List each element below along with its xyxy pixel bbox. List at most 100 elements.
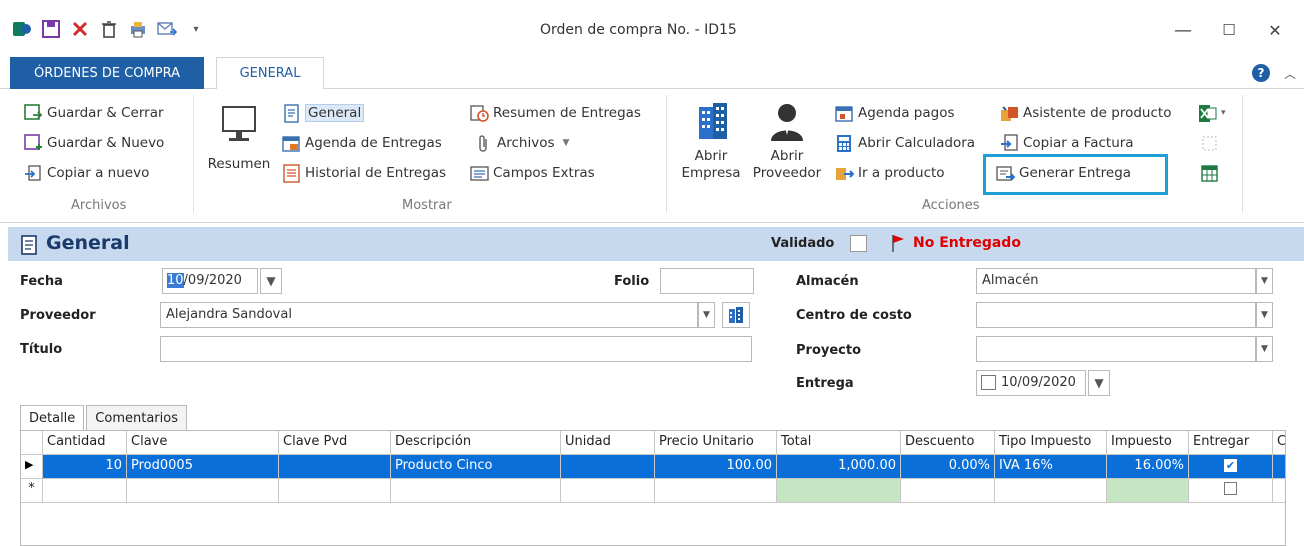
customize-toolbar-icon[interactable]: ▾	[186, 19, 206, 39]
proveedor-dropdown-arrow[interactable]: ▼	[698, 302, 715, 328]
cell-more[interactable]	[1273, 455, 1285, 479]
entrega-checkbox[interactable]	[981, 375, 996, 390]
disabled-tool-button[interactable]	[1200, 132, 1219, 154]
asistente-producto-button[interactable]: Asistente de producto	[1000, 102, 1171, 124]
save-icon[interactable]	[41, 19, 61, 39]
proyecto-field[interactable]	[976, 336, 1256, 362]
cell-tipo-impuesto[interactable]: IVA 16%	[995, 455, 1107, 479]
flag-icon	[890, 233, 906, 257]
fecha-dropdown-arrow[interactable]: ▼	[260, 268, 282, 294]
tab-comentarios[interactable]: Comentarios	[86, 405, 187, 431]
paperclip-icon	[474, 134, 493, 153]
section-title: General	[46, 232, 130, 254]
cell-unidad[interactable]	[561, 479, 655, 503]
cell-clave-pvd[interactable]	[279, 479, 391, 503]
historial-entregas-button[interactable]: Historial de Entregas	[282, 162, 446, 184]
proveedor-lookup-button[interactable]	[722, 302, 750, 328]
cell-entregar[interactable]	[1189, 479, 1273, 503]
cell-clave-pvd[interactable]	[279, 455, 391, 479]
cell-more[interactable]	[1273, 479, 1285, 503]
delete-icon[interactable]	[99, 19, 119, 39]
column-header-unidad[interactable]: Unidad	[561, 431, 655, 455]
proyecto-dropdown-arrow[interactable]: ▼	[1256, 336, 1273, 362]
cell-entregar[interactable]: ✔	[1189, 455, 1273, 479]
abrir-calculadora-button[interactable]: Abrir Calculadora	[835, 132, 975, 154]
email-icon[interactable]	[157, 19, 177, 39]
column-header-descuento[interactable]: Descuento	[901, 431, 995, 455]
validado-checkbox[interactable]	[850, 235, 867, 252]
column-header-impuesto[interactable]: Impuesto	[1107, 431, 1189, 455]
building-icon	[729, 307, 743, 323]
agenda-pagos-button[interactable]: Agenda pagos	[835, 102, 955, 124]
tab-general[interactable]: GENERAL	[216, 57, 324, 90]
resumen-button[interactable]: Resumen	[202, 103, 276, 173]
close-window-button[interactable]: ✕	[1252, 14, 1298, 46]
close-icon[interactable]	[70, 19, 90, 39]
centro-costo-field[interactable]	[976, 302, 1256, 328]
copiar-factura-button[interactable]: Copiar a Factura	[1000, 132, 1134, 154]
tab-detalle[interactable]: Detalle	[20, 405, 85, 431]
guardar-nuevo-button[interactable]: Guardar & Nuevo	[24, 132, 164, 154]
cell-cantidad[interactable]: 10	[43, 455, 127, 479]
cell-tipo-impuesto[interactable]	[995, 479, 1107, 503]
copiar-nuevo-button[interactable]: Copiar a nuevo	[24, 162, 149, 184]
cell-impuesto[interactable]	[1107, 479, 1189, 503]
column-header-clave[interactable]: Clave	[127, 431, 279, 455]
archivos-dropdown-button[interactable]: Archivos ▼	[474, 132, 569, 154]
tab-ordenes-de-compra[interactable]: ÓRDENES DE COMPRA	[10, 57, 204, 89]
agenda-entregas-button[interactable]: Agenda de Entregas	[282, 132, 442, 154]
cell-precio-unitario[interactable]	[655, 479, 777, 503]
entregar-checkbox-empty[interactable]	[1224, 482, 1237, 495]
column-header-total[interactable]: Total	[777, 431, 901, 455]
new-row[interactable]: *	[21, 479, 1285, 503]
detail-grid: Cantidad Clave Clave Pvd Descripción Uni…	[20, 430, 1286, 546]
print-icon[interactable]	[128, 19, 148, 39]
ir-producto-button[interactable]: Ir a producto	[835, 162, 945, 184]
new-row-indicator: *	[21, 479, 43, 503]
campos-extras-button[interactable]: Campos Extras	[470, 162, 595, 184]
abrir-proveedor-button[interactable]: Abrir Proveedor	[746, 101, 828, 182]
proveedor-field[interactable]: Alejandra Sandoval	[160, 302, 698, 328]
column-header-precio-unitario[interactable]: Precio Unitario	[655, 431, 777, 455]
product-wizard-icon	[1000, 104, 1019, 123]
minimize-button[interactable]: —	[1160, 14, 1206, 46]
titulo-field[interactable]	[160, 336, 752, 362]
cell-descripcion[interactable]: Producto Cinco	[391, 455, 561, 479]
cell-impuesto[interactable]: 16.00%	[1107, 455, 1189, 479]
entrega-dropdown-arrow[interactable]: ▼	[1088, 370, 1110, 396]
folio-field[interactable]	[660, 268, 754, 294]
cell-clave[interactable]: Prod0005	[127, 455, 279, 479]
sheet-tool-button[interactable]	[1200, 162, 1219, 184]
excel-export-button[interactable]: ▾	[1198, 102, 1226, 124]
cell-descuento[interactable]: 0.00%	[901, 455, 995, 479]
entregar-checkbox-checked[interactable]: ✔	[1224, 459, 1237, 472]
cell-clave[interactable]	[127, 479, 279, 503]
app-logo-icon	[12, 19, 32, 39]
cell-descripcion[interactable]	[391, 479, 561, 503]
column-header-cantidad[interactable]: Cantidad	[43, 431, 127, 455]
column-header-tipo-impuesto[interactable]: Tipo Impuesto	[995, 431, 1107, 455]
column-header-entregar[interactable]: Entregar	[1189, 431, 1273, 455]
column-header-clave-pvd[interactable]: Clave Pvd	[279, 431, 391, 455]
cell-descuento[interactable]	[901, 479, 995, 503]
column-header-descripcion[interactable]: Descripción	[391, 431, 561, 455]
guardar-cerrar-button[interactable]: Guardar & Cerrar	[24, 102, 164, 124]
cell-total[interactable]	[777, 479, 901, 503]
cell-precio-unitario[interactable]: 100.00	[655, 455, 777, 479]
collapse-ribbon-icon[interactable]: ︿	[1284, 65, 1296, 82]
maximize-button[interactable]: ☐	[1206, 14, 1252, 46]
fecha-field[interactable]: 10/09/2020	[162, 268, 258, 294]
general-view-button[interactable]: General	[282, 102, 365, 124]
cell-cantidad[interactable]	[43, 479, 127, 503]
centro-costo-dropdown-arrow[interactable]: ▼	[1256, 302, 1273, 328]
table-row[interactable]: ▶ 10 Prod0005 Producto Cinco 100.00 1,00…	[21, 455, 1285, 479]
almacen-field[interactable]: Almacén	[976, 268, 1256, 294]
abrir-empresa-button[interactable]: Abrir Empresa	[676, 101, 746, 182]
almacen-dropdown-arrow[interactable]: ▼	[1256, 268, 1273, 294]
help-icon[interactable]: ?	[1252, 64, 1270, 82]
cell-total[interactable]: 1,000.00	[777, 455, 901, 479]
column-header-more[interactable]: C	[1273, 431, 1285, 455]
ribbon-separator	[666, 95, 667, 213]
resumen-entregas-button[interactable]: Resumen de Entregas	[470, 102, 641, 124]
cell-unidad[interactable]	[561, 455, 655, 479]
